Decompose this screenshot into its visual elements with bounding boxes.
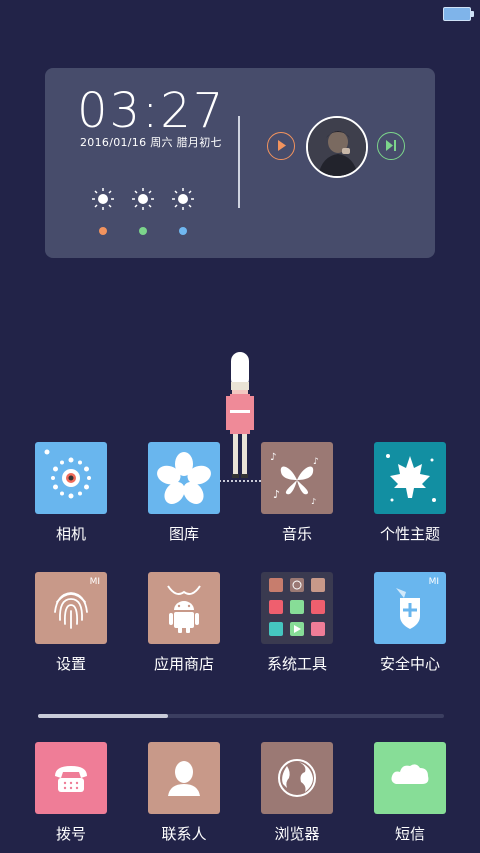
clock-music-widget[interactable]: 03:27 2016/01/16 周六 腊月初七 bbox=[45, 68, 435, 258]
weather-item-1 bbox=[86, 188, 120, 240]
weather-dot bbox=[179, 227, 187, 235]
camera-tile bbox=[35, 442, 107, 514]
app-messages[interactable]: 短信 bbox=[374, 742, 446, 844]
phone-icon bbox=[55, 766, 87, 792]
svg-text:♪: ♪ bbox=[313, 457, 319, 467]
album-art-image bbox=[308, 118, 366, 176]
app-browser[interactable]: 浏览器 bbox=[261, 742, 333, 844]
maple-leaf-icon bbox=[386, 454, 436, 502]
next-button[interactable] bbox=[377, 132, 405, 160]
security-tile: MI bbox=[374, 572, 446, 644]
gallery-tile bbox=[148, 442, 220, 514]
album-art[interactable] bbox=[306, 116, 368, 178]
flower-icon bbox=[157, 452, 211, 505]
app-label: 联系人 bbox=[161, 825, 207, 843]
app-settings[interactable]: MI 设置 bbox=[35, 572, 107, 674]
app-dialer[interactable]: 拨号 bbox=[35, 742, 107, 844]
weather-dot bbox=[99, 227, 107, 235]
app-label: 个性主题 bbox=[379, 525, 440, 543]
page-indicator-progress bbox=[38, 714, 168, 718]
app-label: 拨号 bbox=[55, 825, 86, 843]
app-gallery[interactable]: 图库 bbox=[148, 442, 220, 544]
mi-badge: MI bbox=[428, 577, 439, 587]
folder-icons bbox=[269, 578, 325, 636]
skip-next-icon bbox=[386, 140, 396, 151]
play-button[interactable] bbox=[267, 132, 295, 160]
app-label: 相机 bbox=[55, 525, 86, 543]
svg-text:♪: ♪ bbox=[270, 452, 276, 463]
weather-item-2 bbox=[126, 188, 160, 240]
contacts-tile bbox=[148, 742, 220, 814]
guard-figure-decoration bbox=[226, 352, 254, 478]
app-label: 应用商店 bbox=[153, 655, 214, 673]
settings-tile: MI bbox=[35, 572, 107, 644]
app-label: 音乐 bbox=[281, 525, 312, 543]
app-camera[interactable]: 相机 bbox=[35, 442, 107, 544]
system-tools-folder bbox=[261, 572, 333, 644]
play-icon bbox=[278, 140, 286, 151]
dialer-tile bbox=[35, 742, 107, 814]
status-bar bbox=[0, 0, 480, 26]
mi-badge: MI bbox=[89, 577, 100, 587]
app-label: 短信 bbox=[394, 825, 425, 843]
sun-icon bbox=[172, 188, 194, 210]
app-label: 安全中心 bbox=[379, 655, 440, 673]
app-system-tools[interactable]: 系统工具 bbox=[261, 572, 333, 674]
app-label: 系统工具 bbox=[266, 655, 327, 673]
app-label: 浏览器 bbox=[274, 825, 320, 843]
weather-dot bbox=[139, 227, 147, 235]
app-security[interactable]: MI 安全中心 bbox=[374, 572, 446, 674]
themes-tile bbox=[374, 442, 446, 514]
weather-item-3 bbox=[166, 188, 200, 240]
music-tile: ♪ ♪ ♪ ♪ bbox=[261, 442, 333, 514]
app-music[interactable]: ♪ ♪ ♪ ♪ 音乐 bbox=[261, 442, 333, 544]
sun-icon bbox=[92, 188, 114, 210]
app-label: 图库 bbox=[168, 525, 199, 543]
app-contacts[interactable]: 联系人 bbox=[148, 742, 220, 844]
message-cloud-icon bbox=[391, 764, 429, 784]
person-icon bbox=[168, 761, 200, 796]
globe-icon bbox=[278, 759, 316, 797]
butterfly-icon: ♪ ♪ ♪ ♪ bbox=[270, 452, 319, 506]
svg-text:♪: ♪ bbox=[311, 497, 316, 506]
page-indicator[interactable] bbox=[38, 714, 444, 718]
app-store[interactable]: 应用商店 bbox=[148, 572, 220, 674]
svg-text:♪: ♪ bbox=[273, 488, 280, 501]
app-label: 设置 bbox=[55, 655, 86, 673]
battery-icon bbox=[443, 7, 474, 21]
android-icon bbox=[167, 585, 201, 633]
browser-tile bbox=[261, 742, 333, 814]
app-themes[interactable]: 个性主题 bbox=[374, 442, 446, 544]
widget-divider bbox=[238, 116, 240, 208]
clock-time: 03:27 bbox=[77, 83, 226, 139]
clock-date: 2016/01/16 周六 腊月初七 bbox=[80, 136, 222, 149]
figure-string-decoration bbox=[219, 480, 263, 482]
store-tile bbox=[148, 572, 220, 644]
camera-icon bbox=[44, 449, 91, 499]
sun-icon bbox=[132, 188, 154, 210]
messages-tile bbox=[374, 742, 446, 814]
